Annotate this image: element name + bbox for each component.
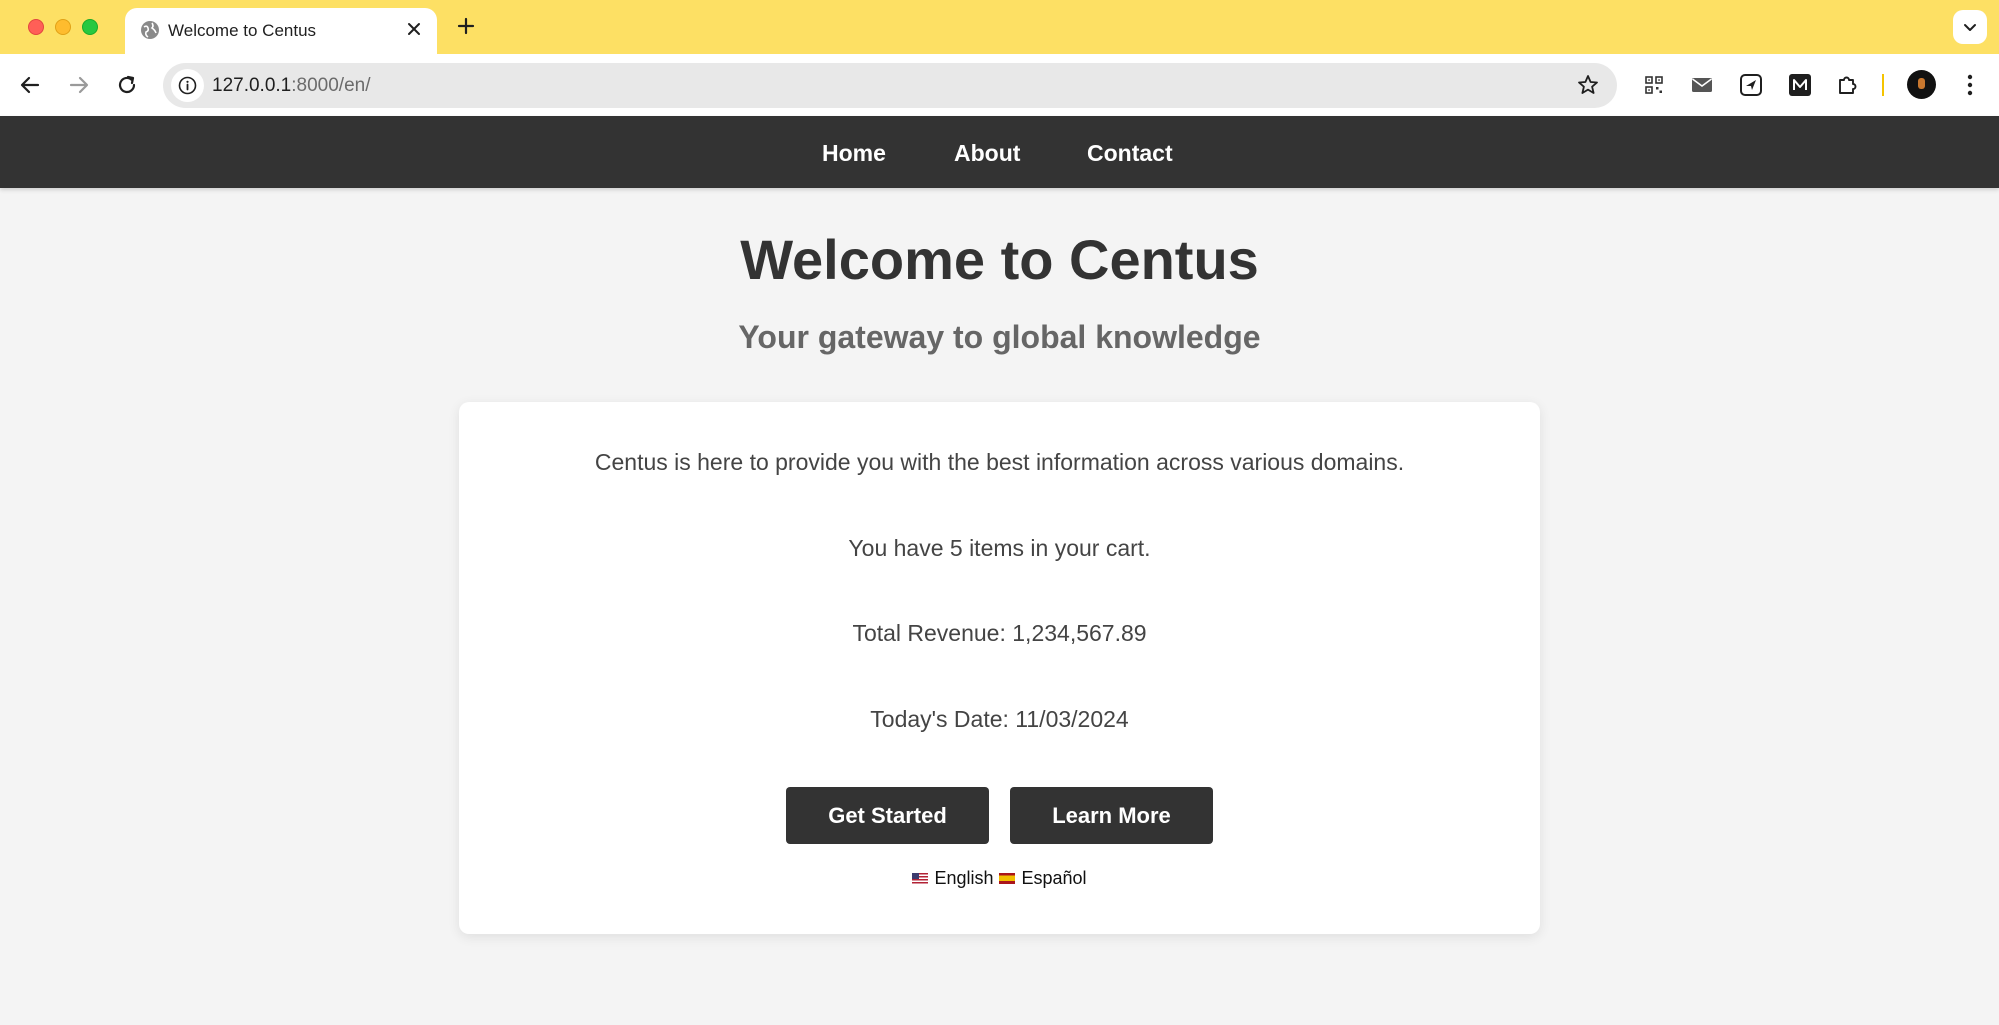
send-icon[interactable] xyxy=(1737,71,1765,99)
close-window-button[interactable] xyxy=(28,19,44,35)
toolbar-divider xyxy=(1882,74,1884,96)
todays-date-text: Today's Date: 11/03/2024 xyxy=(870,706,1129,732)
url-path: :8000/en/ xyxy=(291,75,371,96)
language-link-english[interactable]: English xyxy=(912,868,993,889)
browser-tab-active[interactable]: Welcome to Centus xyxy=(125,8,437,54)
language-link-spanish[interactable]: Español xyxy=(999,868,1087,889)
reload-icon[interactable] xyxy=(112,70,142,100)
more-menu-icon[interactable] xyxy=(1957,71,1983,99)
page-subtitle: Your gateway to global knowledge xyxy=(738,319,1261,355)
nav-link-home[interactable]: Home xyxy=(822,140,886,167)
page-title: Welcome to Centus xyxy=(740,228,1259,291)
qr-code-icon[interactable] xyxy=(1640,71,1668,99)
info-icon xyxy=(178,76,197,95)
site-info-button[interactable] xyxy=(171,69,204,102)
extensions-puzzle-icon[interactable] xyxy=(1834,71,1862,99)
chevron-down-icon xyxy=(1964,24,1976,31)
maximize-window-button[interactable] xyxy=(82,19,98,35)
language-switcher: English Español xyxy=(459,868,1540,889)
mail-icon[interactable] xyxy=(1688,71,1716,99)
close-tab-icon[interactable] xyxy=(403,18,425,40)
forward-arrow-icon[interactable] xyxy=(64,70,94,100)
globe-icon xyxy=(141,21,159,39)
profile-avatar[interactable] xyxy=(1907,70,1936,99)
url-text: 127.0.0.1:8000/en/ xyxy=(212,75,371,97)
bookmark-star-icon[interactable] xyxy=(1576,73,1600,97)
cart-count-text: You have 5 items in your cart. xyxy=(848,535,1151,561)
tab-title: Welcome to Centus xyxy=(168,21,317,40)
tab-search-button[interactable] xyxy=(1953,10,1987,44)
avatar-figure xyxy=(1918,78,1925,89)
nav-link-contact[interactable]: Contact xyxy=(1087,140,1173,167)
minimize-window-button[interactable] xyxy=(55,19,71,35)
language-label-english: English xyxy=(934,868,994,888)
get-started-button[interactable]: Get Started xyxy=(786,787,989,844)
new-tab-icon[interactable] xyxy=(454,14,478,38)
us-flag-icon xyxy=(912,873,929,884)
url-host: 127.0.0.1 xyxy=(212,75,292,96)
intro-text: Centus is here to provide you with the b… xyxy=(594,449,1405,475)
nav-link-about[interactable]: About xyxy=(954,140,1020,167)
total-revenue-text: Total Revenue: 1,234,567.89 xyxy=(852,620,1147,646)
browser-tab-bar: Welcome to Centus xyxy=(0,0,1999,54)
browser-toolbar: 127.0.0.1:8000/en/ xyxy=(0,54,1999,116)
site-navbar: Home About Contact xyxy=(0,116,1999,188)
back-arrow-icon[interactable] xyxy=(15,70,45,100)
learn-more-button[interactable]: Learn More xyxy=(1010,787,1213,844)
language-label-spanish: Español xyxy=(1021,868,1087,888)
content-card: Centus is here to provide you with the b… xyxy=(459,402,1540,934)
medium-icon[interactable] xyxy=(1786,71,1814,99)
address-bar[interactable]: 127.0.0.1:8000/en/ xyxy=(163,63,1617,108)
es-flag-icon xyxy=(999,873,1016,884)
